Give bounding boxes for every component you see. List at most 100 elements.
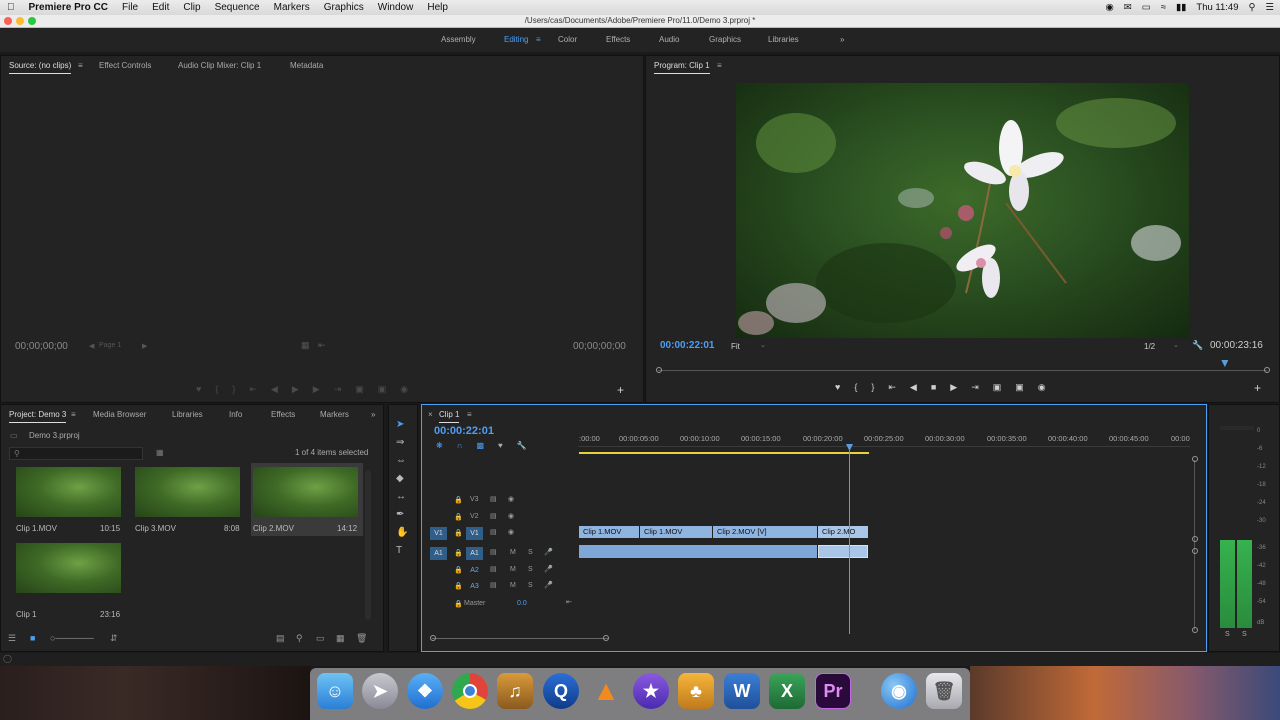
solo-button[interactable]: S xyxy=(528,566,533,573)
mute-button[interactable]: M xyxy=(510,549,516,556)
workspace-editing[interactable]: Editing xyxy=(504,35,528,44)
tab-sequence[interactable]: Clip 1 xyxy=(439,410,460,423)
mark-out-icon[interactable]: } xyxy=(232,384,235,395)
clock[interactable]: Thu 11:49 xyxy=(1196,2,1238,13)
track-label[interactable]: A2 xyxy=(466,564,483,577)
close-window-button[interactable] xyxy=(4,17,12,25)
project-search-input[interactable]: ⚲ xyxy=(9,447,143,460)
track-label[interactable]: V2 xyxy=(470,513,479,520)
tab-audio-clip-mixer[interactable]: Audio Clip Mixer: Clip 1 xyxy=(178,61,261,70)
go-to-end-icon[interactable]: ⇤ xyxy=(566,598,572,606)
mark-in-icon[interactable]: { xyxy=(854,382,857,393)
add-marker-icon[interactable]: ♥ xyxy=(835,382,840,393)
lock-icon[interactable]: 🔒 xyxy=(454,566,463,574)
clip-a1-selected[interactable] xyxy=(818,545,868,558)
mark-in-icon[interactable]: { xyxy=(215,384,218,395)
display-icon[interactable]: ▭ xyxy=(1142,2,1151,13)
track-label[interactable]: V3 xyxy=(470,496,479,503)
export-frame-icon[interactable]: ◉ xyxy=(1038,382,1046,393)
program-video-frame[interactable] xyxy=(736,83,1189,338)
eye-icon[interactable]: ◉ xyxy=(508,495,514,503)
menu-graphics[interactable]: Graphics xyxy=(317,2,371,13)
wifi-icon[interactable]: ≈ xyxy=(1161,2,1166,13)
play-icon[interactable]: ▶ xyxy=(292,384,299,395)
menu-edit[interactable]: Edit xyxy=(145,2,176,13)
sync-lock-icon[interactable]: ▤ xyxy=(490,512,497,520)
track-select-tool-icon[interactable]: ⇒ xyxy=(396,437,408,448)
tab-source[interactable]: Source: (no clips) xyxy=(9,61,72,74)
clip-v1[interactable]: Clip 2.MO xyxy=(818,526,868,538)
clip-v1[interactable]: Clip 1.MOV xyxy=(640,526,712,538)
menu-file[interactable]: File xyxy=(115,2,145,13)
app-menu[interactable]: Premiere Pro CC xyxy=(22,2,115,13)
snap-icon[interactable]: ∩ xyxy=(457,441,463,450)
battery-icon[interactable]: ▮▮ xyxy=(1176,2,1186,13)
sort-icon[interactable]: ⇵ xyxy=(110,633,118,644)
tabs-overflow-icon[interactable]: » xyxy=(371,410,375,419)
trash-dock-icon[interactable]: 🗑 xyxy=(926,673,962,709)
timeline-ruler[interactable] xyxy=(578,446,1190,447)
track-label[interactable]: A3 xyxy=(466,580,483,593)
zoom-slider[interactable]: ○────── xyxy=(50,633,94,643)
program-menu-icon[interactable]: ≡ xyxy=(717,61,722,70)
overwrite-icon[interactable]: ▣ xyxy=(378,384,387,395)
tab-effects[interactable]: Effects xyxy=(271,410,295,419)
quicktime-icon[interactable]: Q xyxy=(543,673,579,709)
thumb-sequence-clip-1[interactable] xyxy=(16,543,121,593)
lock-icon[interactable]: 🔒 xyxy=(454,549,463,557)
step-back-icon[interactable]: ◀ xyxy=(910,382,917,393)
nest-toggle-icon[interactable]: ❋ xyxy=(436,441,443,450)
program-timecode[interactable]: 00:00:22:01 xyxy=(660,340,714,351)
sync-lock-icon[interactable]: ▤ xyxy=(490,495,497,503)
clip-v1[interactable]: Clip 1.MOV xyxy=(579,526,639,538)
item-name[interactable]: Clip 2.MOV xyxy=(253,524,294,533)
source-patch-v1[interactable]: V1 xyxy=(430,527,447,540)
meter-solo-right[interactable]: S xyxy=(1242,631,1247,638)
clip-v1[interactable]: Clip 2.MOV [V] xyxy=(713,526,817,538)
find-icon[interactable]: ⚲ xyxy=(296,633,303,644)
launchpad-icon[interactable]: ➤ xyxy=(362,673,398,709)
menu-help[interactable]: Help xyxy=(420,2,455,13)
settings-icon[interactable]: ▦ xyxy=(301,340,310,351)
new-item-icon[interactable]: ▦ xyxy=(336,633,345,644)
thumb-clip-2-mov[interactable] xyxy=(253,467,358,517)
tab-libraries[interactable]: Libraries xyxy=(172,410,203,419)
mark-out-icon[interactable]: } xyxy=(871,382,874,393)
icon-view-icon[interactable]: ■ xyxy=(30,633,35,643)
tab-program[interactable]: Program: Clip 1 xyxy=(654,61,710,74)
workspace-overflow-icon[interactable]: » xyxy=(840,35,844,44)
mic-icon[interactable]: 🎤 xyxy=(544,565,553,573)
resolution-chevron-icon[interactable]: ⌄ xyxy=(1173,341,1179,349)
minimize-window-button[interactable] xyxy=(16,17,24,25)
mic-icon[interactable]: 🎤 xyxy=(544,548,553,556)
sync-lock-icon[interactable]: ▤ xyxy=(490,548,497,556)
page-next-icon[interactable]: ▶ xyxy=(142,342,147,350)
lock-icon[interactable]: 🔒 xyxy=(454,529,463,537)
tab-menu-icon[interactable]: ≡ xyxy=(78,61,83,70)
fit-dropdown-chevron-icon[interactable]: ⌄ xyxy=(760,341,766,349)
marker-icon[interactable]: ♥ xyxy=(196,384,201,395)
mic-icon[interactable]: 🎤 xyxy=(544,581,553,589)
vlc-icon[interactable]: ▲ xyxy=(588,673,624,709)
track-label[interactable]: V1 xyxy=(466,527,483,540)
status-icon[interactable]: ◯ xyxy=(3,654,12,663)
trash-icon[interactable]: 🗑 xyxy=(356,633,367,644)
work-area-bar[interactable] xyxy=(579,452,869,454)
zoom-window-button[interactable] xyxy=(28,17,36,25)
tab-markers[interactable]: Markers xyxy=(320,410,349,419)
go-to-in-icon[interactable]: ⇤ xyxy=(888,382,896,393)
fit-dropdown[interactable]: Fit xyxy=(731,342,740,351)
excel-icon[interactable]: X xyxy=(769,673,805,709)
tab-media-browser[interactable]: Media Browser xyxy=(93,410,146,419)
record-icon[interactable]: ◉ xyxy=(1105,2,1113,13)
tab-info[interactable]: Info xyxy=(229,410,242,419)
timeline-vertical-scrollbar[interactable] xyxy=(1192,456,1198,634)
item-name[interactable]: Clip 1 xyxy=(16,610,36,619)
source-patch-a1[interactable]: A1 xyxy=(430,547,447,560)
sync-lock-icon[interactable]: ▤ xyxy=(490,565,497,573)
automate-icon[interactable]: ▤ xyxy=(276,633,285,644)
add-button-icon[interactable]: + xyxy=(617,383,624,397)
workspace-menu-icon[interactable]: ≡ xyxy=(536,35,541,44)
lock-icon[interactable]: 🔒 xyxy=(454,513,463,521)
wrench-icon[interactable]: 🔧 xyxy=(1192,340,1203,351)
